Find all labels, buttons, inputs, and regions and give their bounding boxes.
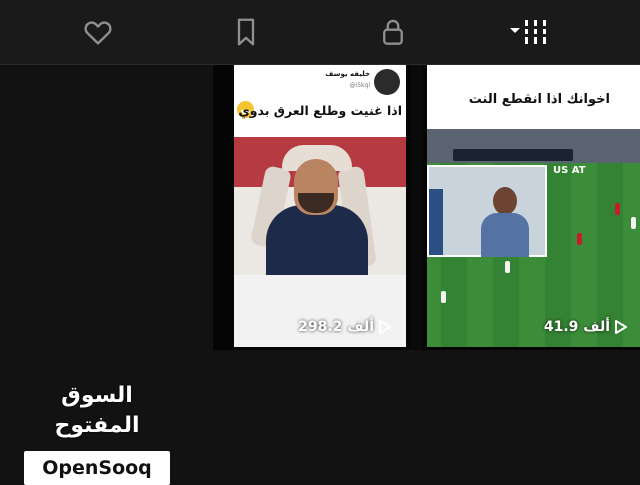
play-icon [615,320,627,334]
tweet-handle: @i5kql [349,82,370,89]
play-icon [379,320,391,334]
tab-liked[interactable] [50,0,146,64]
watermark-arabic: السوق المفتوح [54,383,140,438]
tab-saved[interactable] [198,0,294,64]
tweet-text: اذا غنيت وطلع العرق بدوي [238,103,402,118]
bookmark-icon [237,18,255,46]
tweet-screenshot: خليفه يوسف @i5kql اذا غنيت وطلع العرق بد… [234,65,406,135]
tab-private[interactable] [345,0,441,64]
heart-icon [84,21,112,45]
video-still [234,137,406,275]
video-thumbnail[interactable]: اخوانك اذا انقطع النت US AT 41.9 ألف [427,65,640,347]
avatar [374,69,400,95]
video-caption: اخوانك اذا انقطع النت [468,92,610,107]
stadium-banner: US AT [553,165,586,176]
tweet-author: خليفه يوسف [325,70,370,78]
reaction-inset [427,165,547,257]
view-count: 41.9 ألف [544,319,628,335]
sort-columns-icon [510,20,546,44]
tab-videos[interactable] [482,0,578,64]
video-grid: خليفه يوسف @i5kql اذا غنيت وطلع العرق بد… [213,65,640,350]
scoreboard [453,149,573,161]
view-count: 298.2 ألف [298,319,392,335]
lock-icon [383,19,403,45]
opensooq-watermark: السوق المفتوح OpenSooq [24,381,170,485]
video-thumbnail[interactable]: خليفه يوسف @i5kql اذا غنيت وطلع العرق بد… [234,65,406,347]
profile-tab-bar [0,0,640,65]
view-count-label: 41.9 ألف [543,319,610,335]
view-count-label: 298.2 ألف [298,319,374,335]
